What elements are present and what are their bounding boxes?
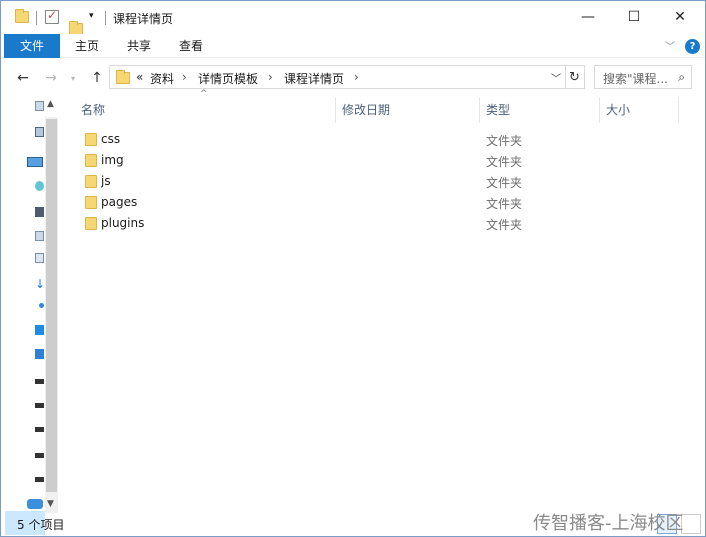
nav-drive-icon[interactable] xyxy=(35,379,44,384)
navigation-bar: ← → ▾ ↑ « 资料 › 详情页模板 › 课程详情页 › ﹀ ↻ 搜索"课程… xyxy=(1,59,705,97)
divider xyxy=(105,11,106,25)
file-name: plugins xyxy=(101,216,145,230)
divider xyxy=(36,11,37,25)
close-button[interactable]: ✕ xyxy=(657,1,703,33)
folder-icon xyxy=(85,154,97,167)
folder-icon xyxy=(85,196,97,209)
help-icon[interactable]: ? xyxy=(685,39,700,54)
breadcrumb-item[interactable]: 资料 xyxy=(150,70,174,87)
maximize-button[interactable]: ☐ xyxy=(611,1,657,33)
minimize-button[interactable]: — xyxy=(565,1,611,33)
tab-home[interactable]: 主页 xyxy=(65,34,109,58)
nav-drive-icon[interactable] xyxy=(35,477,44,482)
column-header-type[interactable]: 类型 xyxy=(486,97,510,123)
nav-desktop-icon[interactable] xyxy=(35,325,44,335)
breadcrumb-separator[interactable]: › xyxy=(182,70,187,84)
column-divider[interactable] xyxy=(678,97,679,123)
breadcrumb-item[interactable]: 课程详情页 xyxy=(284,70,344,87)
nav-pictures-icon[interactable] xyxy=(35,231,44,241)
folder-icon xyxy=(85,175,97,188)
expand-ribbon-chevron-icon[interactable]: ﹀ xyxy=(665,38,675,53)
column-header-modified[interactable]: 修改日期 xyxy=(342,97,390,123)
column-divider[interactable] xyxy=(599,97,600,123)
nav-windows-icon[interactable] xyxy=(35,349,44,359)
search-icon[interactable]: ⌕ xyxy=(678,70,685,85)
explorer-window: ✓ ▾ 课程详情页 — ☐ ✕ 文件 主页 共享 查看 ﹀ ? ← → ▾ ↑ … xyxy=(0,0,706,537)
nav-music-icon[interactable] xyxy=(39,303,44,308)
address-bar[interactable]: « 资料 › 详情页模板 › 课程详情页 › ﹀ xyxy=(109,65,566,89)
nav-document-icon[interactable] xyxy=(35,127,44,137)
file-name: js xyxy=(101,174,111,188)
folder-icon xyxy=(85,217,97,230)
nav-document-icon[interactable] xyxy=(35,101,44,111)
ribbon-tabs: 文件 主页 共享 查看 ﹀ ? xyxy=(1,34,705,58)
refresh-icon[interactable]: ↻ xyxy=(565,65,585,89)
file-row[interactable]: js 文件夹 xyxy=(63,171,663,192)
watermark: 传智播客-上海校区 xyxy=(533,513,684,534)
nav-scrollbar-thumb[interactable] xyxy=(46,119,57,492)
breadcrumb-separator[interactable]: › xyxy=(268,70,273,84)
file-type: 文件夹 xyxy=(486,176,523,190)
nav-3d-objects-icon[interactable] xyxy=(35,181,44,191)
file-row[interactable]: plugins 文件夹 xyxy=(63,213,663,234)
folder-icon xyxy=(116,70,130,84)
network-icon[interactable] xyxy=(27,499,43,509)
this-pc-icon[interactable] xyxy=(27,157,43,167)
scroll-up-icon[interactable]: ▲ xyxy=(47,99,54,109)
breadcrumb-separator[interactable]: › xyxy=(354,70,359,84)
recent-locations-chevron-icon[interactable]: ▾ xyxy=(63,68,83,88)
title-bar: ✓ ▾ 课程详情页 — ☐ ✕ xyxy=(1,1,705,35)
file-type: 文件夹 xyxy=(486,218,523,232)
nav-downloads-icon[interactable]: ↓ xyxy=(35,278,45,290)
file-row[interactable]: pages 文件夹 xyxy=(63,192,663,213)
breadcrumb-overflow[interactable]: « xyxy=(136,70,143,84)
sort-ascending-icon: ^ xyxy=(200,89,208,99)
back-arrow-icon[interactable]: ← xyxy=(13,68,33,88)
window-title: 课程详情页 xyxy=(113,12,174,26)
large-icons-view-icon[interactable] xyxy=(681,514,701,534)
breadcrumb-item[interactable]: 详情页模板 xyxy=(198,70,258,87)
tab-view[interactable]: 查看 xyxy=(169,34,213,58)
nav-drive-icon[interactable] xyxy=(35,427,44,432)
properties-checkmark-icon[interactable]: ✓ xyxy=(45,8,59,24)
search-input[interactable]: 搜索"课程... xyxy=(603,70,668,87)
folder-icon[interactable] xyxy=(15,9,29,23)
column-divider[interactable] xyxy=(335,97,336,123)
folder-icon xyxy=(85,133,97,146)
file-name: pages xyxy=(101,195,138,209)
tab-share[interactable]: 共享 xyxy=(117,34,161,58)
file-name: css xyxy=(101,132,121,146)
file-type: 文件夹 xyxy=(486,197,523,211)
forward-arrow-icon[interactable]: → xyxy=(41,68,61,88)
column-divider[interactable] xyxy=(479,97,480,123)
file-row[interactable]: css 文件夹 xyxy=(63,129,663,150)
column-header-name[interactable]: 名称 xyxy=(81,97,105,123)
search-box[interactable]: 搜索"课程... ⌕ xyxy=(594,65,692,89)
nav-drive-icon[interactable] xyxy=(35,403,44,408)
file-name: img xyxy=(101,153,124,167)
file-type: 文件夹 xyxy=(486,155,523,169)
nav-drive-icon[interactable] xyxy=(35,453,44,458)
scroll-down-icon[interactable]: ▼ xyxy=(47,499,54,509)
file-type: 文件夹 xyxy=(486,134,523,148)
nav-video-icon[interactable] xyxy=(35,207,44,217)
address-dropdown-chevron-icon[interactable]: ﹀ xyxy=(551,70,561,85)
column-header-size[interactable]: 大小 xyxy=(606,97,630,123)
tab-file[interactable]: 文件 xyxy=(4,34,60,58)
status-item-count: 5 个项目 xyxy=(17,518,65,532)
file-row[interactable]: img 文件夹 xyxy=(63,150,663,171)
dropdown-icon[interactable]: ▾ xyxy=(89,11,94,29)
up-arrow-icon[interactable]: ↑ xyxy=(87,68,107,88)
nav-document-icon[interactable] xyxy=(35,253,44,263)
